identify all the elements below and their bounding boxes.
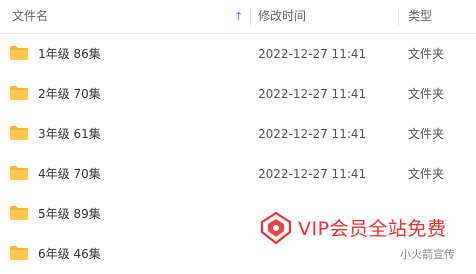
sort-ascending-icon[interactable]: ↑ bbox=[234, 0, 243, 33]
file-modified-date: 2022-12-27 11:41 bbox=[258, 47, 367, 61]
folder-icon bbox=[10, 86, 28, 100]
folder-icon bbox=[10, 246, 28, 260]
file-name[interactable]: 5年级 89集 bbox=[38, 194, 101, 234]
file-name[interactable]: 3年级 61集 bbox=[38, 114, 101, 154]
file-type: 文件夹 bbox=[408, 87, 445, 101]
file-modified-date: 2022-12-27 11:41 bbox=[258, 167, 367, 181]
file-name[interactable]: 1年级 86集 bbox=[38, 34, 101, 74]
folder-icon bbox=[10, 166, 28, 180]
file-row[interactable]: 1年级 86集 2022-12-27 11:41 文件夹 bbox=[0, 34, 476, 74]
column-header-name[interactable]: 文件名 bbox=[12, 0, 244, 33]
folder-icon bbox=[10, 206, 28, 220]
file-modified-date: 2022-12-27 11:41 bbox=[258, 127, 367, 141]
file-type: 文件夹 bbox=[408, 47, 445, 61]
column-divider[interactable] bbox=[250, 8, 251, 26]
vip-promo-text: VIP会员全站免费 bbox=[298, 218, 447, 240]
file-list-header: 文件名 ↑ 修改时间 类型 bbox=[0, 0, 476, 34]
column-header-type[interactable]: 类型 bbox=[408, 0, 468, 33]
column-header-modified[interactable]: 修改时间 bbox=[258, 0, 388, 33]
folder-icon bbox=[10, 46, 28, 60]
file-type: 文件夹 bbox=[408, 167, 445, 181]
folder-icon bbox=[10, 126, 28, 140]
column-divider[interactable] bbox=[398, 8, 399, 26]
file-name[interactable]: 2年级 70集 bbox=[38, 74, 101, 114]
file-row[interactable]: 4年级 70集 2022-12-27 11:41 文件夹 bbox=[0, 154, 476, 194]
vip-crown-logo-icon bbox=[260, 211, 292, 245]
file-row[interactable]: 2年级 70集 2022-12-27 11:41 文件夹 bbox=[0, 74, 476, 114]
file-modified-date: 2022-12-27 11:41 bbox=[258, 87, 367, 101]
watermark-text: 小火箭宣传 bbox=[400, 248, 455, 261]
file-name[interactable]: 4年级 70集 bbox=[38, 154, 101, 194]
file-row[interactable]: 3年级 61集 2022-12-27 11:41 文件夹 bbox=[0, 114, 476, 154]
file-name[interactable]: 6年级 46集 bbox=[38, 234, 101, 274]
file-type: 文件夹 bbox=[408, 127, 445, 141]
